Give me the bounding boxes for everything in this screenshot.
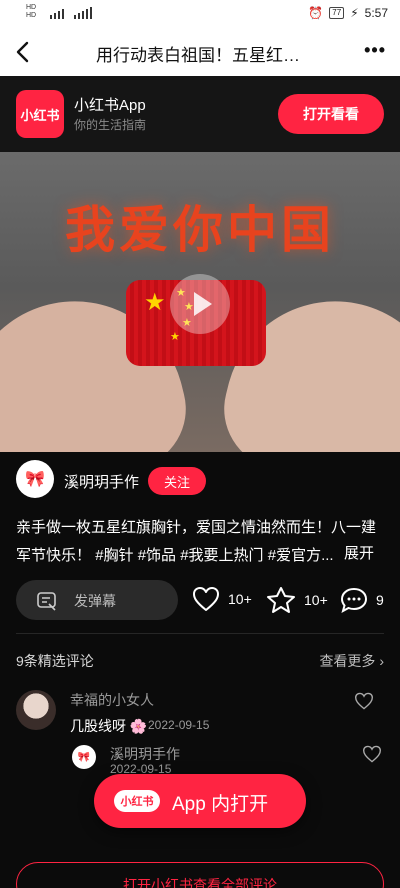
- like-count: 10+: [228, 591, 252, 607]
- status-right: ⏰ 77 ⚡ 5:57: [308, 6, 388, 20]
- back-icon[interactable]: [10, 38, 38, 66]
- play-icon[interactable]: [170, 274, 230, 334]
- danmaku-icon: [36, 590, 56, 611]
- comment-count: 9: [376, 592, 384, 608]
- hashtag[interactable]: #爱官方...: [268, 547, 334, 564]
- divider: [16, 633, 384, 634]
- reply-avatar[interactable]: 🎀: [72, 745, 96, 769]
- nav-bar: 用行动表白祖国！五星红… •••: [0, 28, 400, 76]
- chevron-right-icon: ›: [379, 653, 384, 669]
- like-action[interactable]: 10+: [192, 586, 252, 612]
- more-icon[interactable]: •••: [364, 40, 386, 61]
- comment-like-icon[interactable]: [354, 692, 374, 715]
- see-more-label: 查看更多: [319, 653, 376, 669]
- open-all-comments-button[interactable]: 打开小红书查看全部评论: [16, 862, 384, 888]
- collect-count: 10+: [304, 592, 328, 608]
- expand-link[interactable]: 展开: [340, 542, 375, 563]
- commenter-avatar[interactable]: [16, 690, 56, 730]
- author-avatar[interactable]: 🎀: [16, 460, 54, 498]
- reply-like-icon[interactable]: [362, 745, 382, 768]
- hd-label-1: HD: [26, 4, 37, 11]
- author-name[interactable]: 溪明玥手作: [64, 471, 139, 492]
- danmaku-placeholder: 发弹幕: [74, 593, 116, 609]
- heart-icon: [193, 587, 219, 611]
- post-description: 亲手做一枚五星红旗胸针，爱国之情油然而生！八一建军节快乐！ #胸针 #饰品 #我…: [16, 514, 388, 570]
- open-app-button[interactable]: 打开看看: [278, 94, 384, 134]
- commenter-name[interactable]: 幸福的小女人: [70, 690, 154, 710]
- video-player[interactable]: 我爱你中国 ★ ★ ★ ★ ★: [0, 152, 400, 452]
- alarm-icon: ⏰: [308, 6, 324, 20]
- comment-icon: [340, 587, 368, 614]
- cta-logo: 小红书: [114, 790, 160, 812]
- hd-label-2: HD: [26, 12, 37, 19]
- comment-date: 2022-09-15: [148, 718, 210, 732]
- charging-icon: ⚡: [350, 6, 359, 20]
- emoji-icon: 🌸: [126, 718, 148, 734]
- comment-action[interactable]: 9: [340, 586, 384, 614]
- danmaku-input[interactable]: 发弹幕: [16, 580, 178, 620]
- comments-title: 9条精选评论: [16, 653, 94, 669]
- clock: 5:57: [364, 6, 388, 20]
- hashtag[interactable]: #饰品: [138, 547, 176, 564]
- app-logo: 小红书: [16, 90, 64, 138]
- status-bar: HD HD ⏰ 77 ⚡ 5:57: [0, 0, 400, 28]
- comment-body: 几股线呀: [70, 718, 126, 734]
- hashtag[interactable]: #胸针: [95, 547, 133, 564]
- follow-button[interactable]: 关注: [148, 467, 206, 495]
- page-title: 用行动表白祖国！五星红…: [96, 46, 300, 65]
- signal-icon: [50, 6, 98, 23]
- app-slogan: 你的生活指南: [74, 118, 147, 132]
- see-more-link[interactable]: 查看更多 ›: [319, 651, 384, 671]
- hd-indicators: HD HD: [26, 4, 36, 20]
- big-star-icon: ★: [144, 289, 166, 316]
- cta-label: App 内打开: [172, 794, 269, 815]
- collect-action[interactable]: 10+: [266, 586, 328, 614]
- battery-icon: 77: [329, 7, 345, 19]
- video-caption: 我爱你中国: [65, 202, 335, 258]
- app-banner: 小红书 小红书App 你的生活指南 打开看看: [0, 76, 400, 152]
- app-name: 小红书App: [74, 97, 146, 114]
- hashtag[interactable]: #我要上热门: [180, 547, 263, 564]
- open-in-app-button[interactable]: 小红书 App 内打开: [94, 774, 306, 828]
- reply-user-name[interactable]: 溪明玥手作: [110, 744, 180, 764]
- comment-text: 几股线呀 🌸: [70, 716, 147, 736]
- star-icon: [267, 587, 295, 613]
